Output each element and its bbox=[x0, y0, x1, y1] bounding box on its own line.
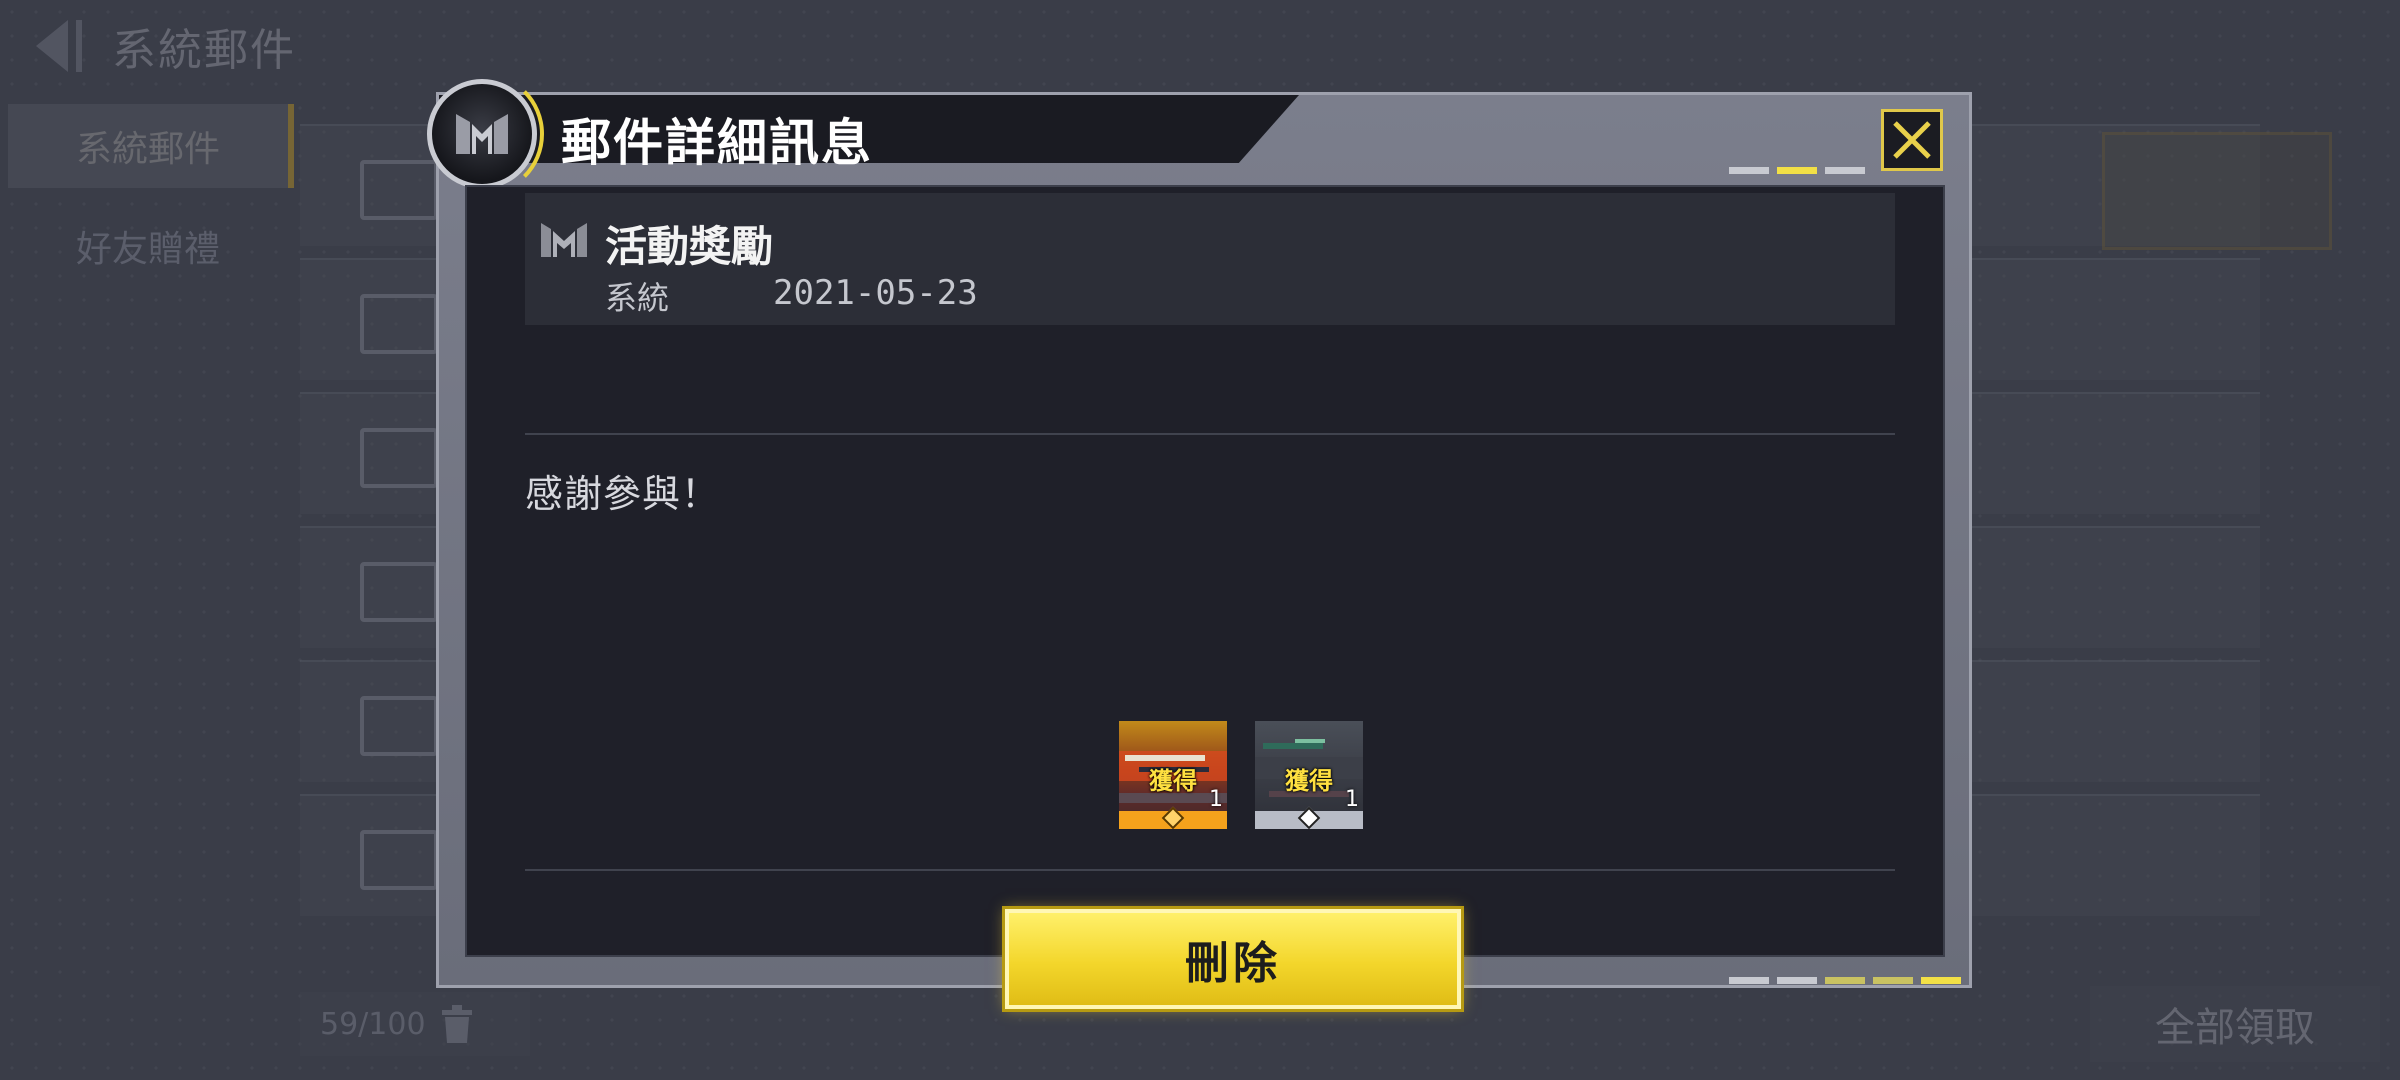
delete-button[interactable]: 刪除 bbox=[1005, 909, 1461, 1009]
top-decor-dashes bbox=[1729, 167, 1865, 174]
mail-sender-icon bbox=[541, 223, 587, 257]
close-icon bbox=[1893, 121, 1931, 159]
rarity-gem-icon bbox=[1297, 806, 1321, 829]
divider bbox=[525, 869, 1895, 871]
mail-subject: 活動獎勵 bbox=[605, 222, 774, 271]
mail-sender: 系統 bbox=[605, 279, 670, 317]
reward-quantity: 1 bbox=[1345, 787, 1359, 812]
game-emblem-icon bbox=[427, 72, 544, 196]
close-button[interactable] bbox=[1881, 109, 1943, 171]
rarity-bar bbox=[1119, 806, 1227, 829]
divider bbox=[525, 433, 1895, 435]
reward-item[interactable]: 獲得 1 bbox=[1255, 721, 1363, 829]
dialog-content-panel: 活動獎勵 系統 2021-05-23 感謝參與！ 獲得 1 獲得 1 刪除 bbox=[465, 185, 1945, 1009]
dialog-title: 郵件詳細訊息 bbox=[561, 114, 873, 172]
mail-detail-dialog: 郵件詳細訊息 活動獎勵 系統 2021-05-23 感謝參與！ 獲得 1 獲得 … bbox=[427, 72, 1972, 1009]
bottom-decor-dashes bbox=[1729, 977, 1961, 984]
mail-date: 2021-05-23 bbox=[773, 273, 978, 313]
reward-item[interactable]: 獲得 1 bbox=[1119, 721, 1227, 829]
mail-header: 活動獎勵 系統 2021-05-23 bbox=[525, 193, 1895, 325]
rarity-bar bbox=[1255, 806, 1363, 829]
reward-quantity: 1 bbox=[1209, 787, 1223, 812]
rarity-gem-icon bbox=[1161, 806, 1185, 829]
mail-body: 感謝參與！ bbox=[525, 472, 721, 516]
